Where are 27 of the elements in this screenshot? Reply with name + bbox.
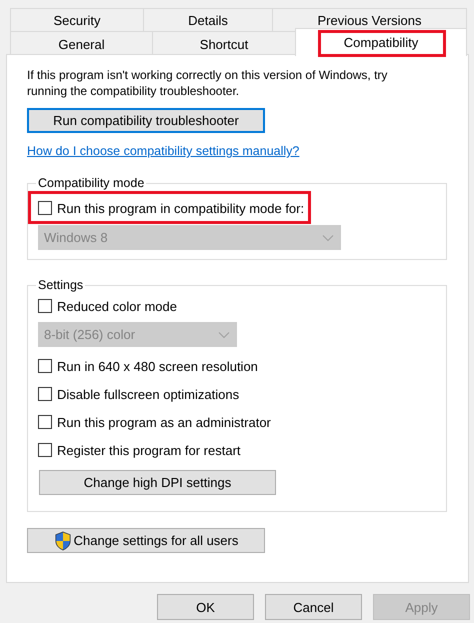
checkbox-label[interactable]: Run this program in compatibility mode for: <box>57 200 304 216</box>
checkbox[interactable] <box>38 359 52 373</box>
tab[interactable]: Compatibility <box>295 28 467 56</box>
checkbox[interactable] <box>38 387 52 401</box>
shield-icon <box>54 530 72 550</box>
chevron-down-icon <box>218 330 230 338</box>
checkbox[interactable] <box>38 443 52 457</box>
chevron-down-icon <box>322 234 334 242</box>
checkbox-label[interactable]: Run in 640 x 480 screen resolution <box>57 358 258 374</box>
checkbox-label[interactable]: Run this program as an administrator <box>57 414 271 430</box>
checkbox-label[interactable]: Register this program for restart <box>57 442 241 458</box>
tab[interactable]: General <box>10 31 153 56</box>
dpi-settings-button[interactable]: Change high DPI settings <box>39 470 276 495</box>
dialog-button[interactable]: Cancel <box>265 594 362 620</box>
group-legend: Settings <box>36 278 86 292</box>
checkbox[interactable] <box>38 415 52 429</box>
checkbox[interactable] <box>38 299 52 313</box>
help-link[interactable]: How do I choose compatibility settings manually? <box>27 144 300 158</box>
group-legend: Compatibility mode <box>36 176 146 190</box>
intro-text: If this program isn't working correctly on this version of Windows, try running the compatibility troubleshooter. <box>27 67 388 99</box>
checkbox-label[interactable]: Reduced color mode <box>57 298 177 314</box>
checkbox-label[interactable]: Disable fullscreen optimizations <box>57 386 240 402</box>
troubleshooter-button[interactable]: Run compatibility troubleshooter <box>27 108 265 133</box>
dialog-button[interactable]: OK <box>157 594 254 620</box>
all-users-button[interactable]: Change settings for all users <box>27 528 265 553</box>
checkbox[interactable] <box>38 201 52 215</box>
tab[interactable]: Security <box>10 8 144 31</box>
